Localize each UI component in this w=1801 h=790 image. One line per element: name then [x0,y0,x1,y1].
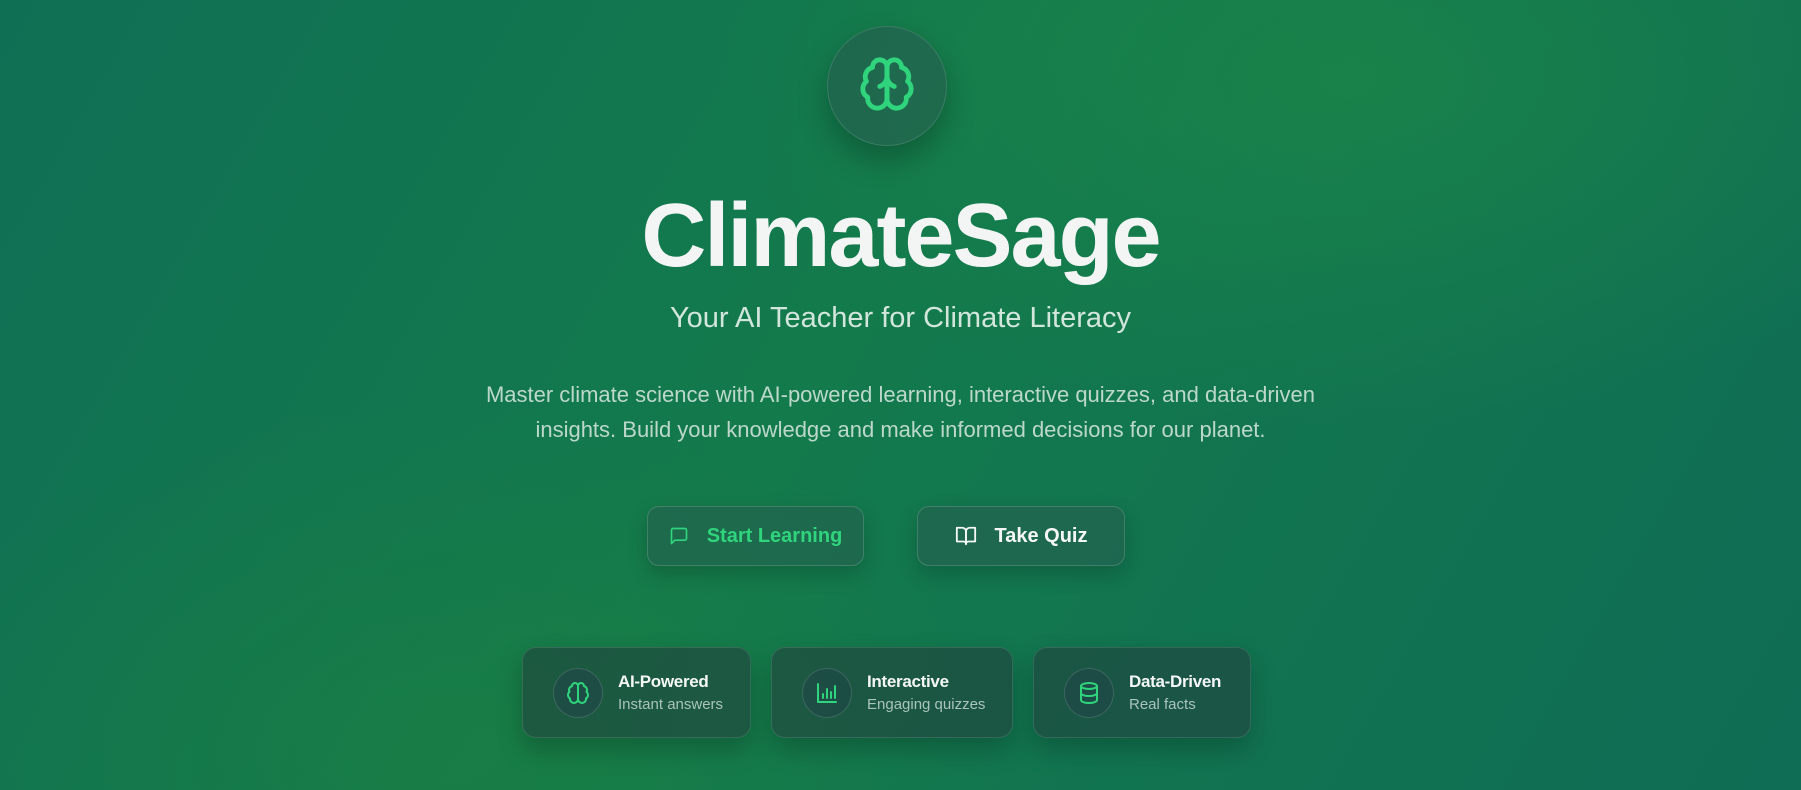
hero-section: ClimateSage Your AI Teacher for Climate … [0,0,1801,790]
feature-card-ai-powered: AI-Powered Instant answers [522,647,751,738]
take-quiz-label: Take Quiz [994,524,1088,547]
take-quiz-button[interactable]: Take Quiz [917,506,1125,566]
start-learning-label: Start Learning [706,524,843,547]
feature-title: Data-Driven [1129,671,1222,691]
database-icon [1064,667,1114,718]
feature-subtitle: Instant answers [618,695,724,713]
feature-title: AI-Powered [618,671,709,691]
message-square-icon [669,526,689,546]
app-subtitle: Your AI Teacher for Climate Literacy [669,302,1131,334]
brain-icon [858,55,916,118]
start-learning-button[interactable]: Start Learning [647,506,864,566]
feature-title: Interactive [867,671,949,691]
app-description: Master climate science with AI-powered l… [485,382,1316,442]
logo [827,26,947,146]
book-open-icon [955,525,977,547]
app-title: ClimateSage [641,186,1161,286]
feature-subtitle: Real facts [1129,695,1196,713]
feature-card-interactive: Interactive Engaging quizzes [771,647,1013,738]
feature-card-data-driven: Data-Driven Real facts [1033,647,1251,738]
feature-subtitle: Engaging quizzes [867,695,986,713]
bar-chart-icon [802,667,852,718]
brain-icon [553,667,603,718]
